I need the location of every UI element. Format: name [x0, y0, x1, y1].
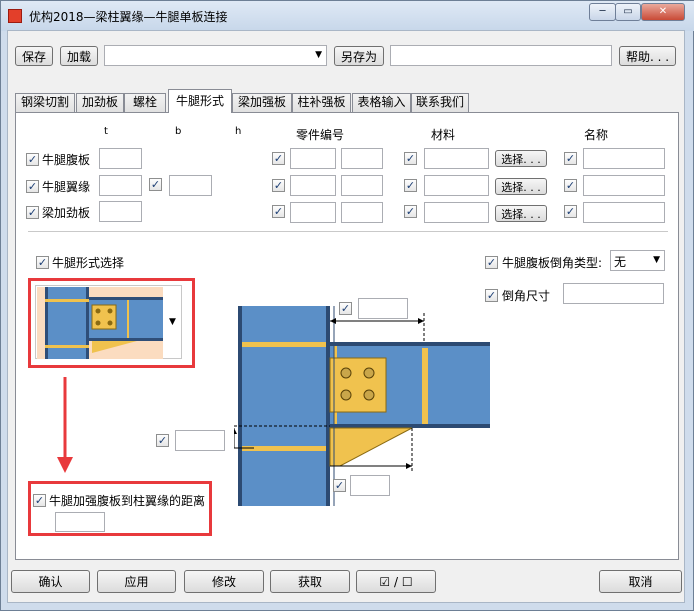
close-button[interactable]: ✕ — [641, 3, 685, 21]
flange-row-label: 牛腿翼缘 — [42, 180, 91, 194]
diagram-left-dim-input[interactable] — [175, 430, 225, 451]
app-logo-icon — [8, 9, 22, 23]
bracket-type-label: 牛腿形式选择 — [52, 256, 125, 270]
ok-button[interactable]: 确认 — [11, 570, 90, 593]
flange-material-select-button[interactable]: 选择. . . — [495, 178, 547, 195]
tab-bolt[interactable]: 螺栓 — [124, 93, 166, 112]
flange-b-input[interactable] — [169, 175, 212, 196]
flange-material-checkbox[interactable]: ✓ — [404, 179, 417, 192]
annotation-arrow — [57, 377, 73, 473]
flange-part-prefix-input[interactable] — [290, 175, 336, 196]
web-row-checkbox[interactable]: ✓ — [26, 153, 39, 166]
tab-table-input[interactable]: 表格输入 — [352, 93, 411, 112]
tab-steel-cut[interactable]: 钢梁切割 — [15, 93, 75, 112]
web-part-number-input[interactable] — [341, 148, 383, 169]
stiffener-material-checkbox[interactable]: ✓ — [404, 205, 417, 218]
web-part-prefix-input[interactable] — [290, 148, 336, 169]
diagram-bottom-dim-input[interactable] — [350, 475, 390, 496]
chevron-down-icon: ▼ — [169, 317, 176, 327]
config-select[interactable]: ▼ — [104, 45, 327, 66]
web-name-input[interactable] — [583, 148, 665, 169]
flange-part-number-input[interactable] — [341, 175, 383, 196]
help-button[interactable]: 帮助. . . — [619, 46, 676, 66]
tab-beam-reinforcement[interactable]: 梁加强板 — [232, 93, 292, 112]
distance-input[interactable] — [55, 512, 105, 532]
stiffener-t-input[interactable] — [99, 201, 142, 222]
load-button[interactable]: 加载 — [60, 46, 98, 66]
chamfer-type-label: 牛腿腹板倒角类型: — [502, 256, 603, 270]
bracket-type-checkbox[interactable]: ✓ — [36, 256, 49, 269]
diagram-left-dim-checkbox[interactable]: ✓ — [156, 434, 169, 447]
maximize-button[interactable]: ▭ — [615, 3, 641, 21]
stiffener-name-input[interactable] — [583, 202, 665, 223]
tab-stiffener[interactable]: 加劲板 — [76, 93, 124, 112]
stiffener-material-select-button[interactable]: 选择. . . — [495, 205, 547, 222]
flange-part-checkbox[interactable]: ✓ — [272, 179, 285, 192]
distance-checkbox[interactable]: ✓ — [33, 494, 46, 507]
column-header-part-number: 零件编号 — [296, 128, 345, 142]
column-header-t: t — [104, 126, 108, 137]
toggle-all-button[interactable]: ☑ / ☐ — [356, 570, 436, 593]
chevron-down-icon: ▼ — [653, 255, 660, 265]
web-material-checkbox[interactable]: ✓ — [404, 152, 417, 165]
web-t-input[interactable] — [99, 148, 142, 169]
chamfer-size-label: 倒角尺寸 — [502, 289, 551, 303]
web-material-input[interactable] — [424, 148, 489, 169]
diagram-bottom-dim-checkbox[interactable]: ✓ — [333, 479, 346, 492]
column-header-b: b — [175, 126, 182, 137]
save-as-input[interactable] — [390, 45, 612, 66]
section-divider — [28, 231, 668, 232]
flange-b-checkbox[interactable]: ✓ — [149, 178, 162, 191]
stiffener-part-number-input[interactable] — [341, 202, 383, 223]
stiffener-row-checkbox[interactable]: ✓ — [26, 206, 39, 219]
minimize-button[interactable]: ─ — [589, 3, 616, 21]
stiffener-name-checkbox[interactable]: ✓ — [564, 205, 577, 218]
title-bar[interactable]: 优构2018—梁柱翼缘—牛腿单板连接 ─ ▭ ✕ — [1, 1, 694, 31]
apply-button[interactable]: 应用 — [97, 570, 176, 593]
flange-name-input[interactable] — [583, 175, 665, 196]
web-row-label: 牛腿腹板 — [42, 153, 91, 167]
stiffener-part-prefix-input[interactable] — [290, 202, 336, 223]
window-title: 优构2018—梁柱翼缘—牛腿单板连接 — [29, 10, 228, 24]
web-name-checkbox[interactable]: ✓ — [564, 152, 577, 165]
stiffener-row-label: 梁加劲板 — [42, 206, 91, 220]
tab-column-reinforcement[interactable]: 柱补强板 — [292, 93, 351, 112]
chamfer-type-select[interactable]: 无 ▼ — [610, 250, 665, 271]
cancel-button[interactable]: 取消 — [599, 570, 682, 593]
tab-bracket-form[interactable]: 牛腿形式 — [168, 89, 232, 113]
distance-label: 牛腿加强腹板到柱翼缘的距离 — [49, 494, 206, 508]
diagram-top-dim-input[interactable] — [358, 298, 408, 319]
web-material-select-button[interactable]: 选择. . . — [495, 150, 547, 167]
save-as-button[interactable]: 另存为 — [334, 46, 384, 66]
flange-row-checkbox[interactable]: ✓ — [26, 180, 39, 193]
column-header-h: h — [235, 126, 242, 137]
column-header-name: 名称 — [584, 128, 609, 142]
flange-t-input[interactable] — [99, 175, 142, 196]
column-header-material: 材料 — [431, 128, 456, 142]
bracket-type-thumbnail — [37, 287, 163, 359]
save-button[interactable]: 保存 — [15, 46, 53, 66]
modify-button[interactable]: 修改 — [184, 570, 264, 593]
diagram-top-dim-checkbox[interactable]: ✓ — [339, 302, 352, 315]
chamfer-type-checkbox[interactable]: ✓ — [485, 256, 498, 269]
chamfer-type-value: 无 — [614, 255, 627, 269]
chamfer-size-input[interactable] — [563, 283, 664, 304]
tab-contact-us[interactable]: 联系我们 — [411, 93, 469, 112]
flange-name-checkbox[interactable]: ✓ — [564, 179, 577, 192]
chevron-down-icon: ▼ — [315, 50, 322, 60]
stiffener-material-input[interactable] — [424, 202, 489, 223]
web-part-checkbox[interactable]: ✓ — [272, 152, 285, 165]
flange-material-input[interactable] — [424, 175, 489, 196]
stiffener-part-checkbox[interactable]: ✓ — [272, 205, 285, 218]
get-button[interactable]: 获取 — [270, 570, 350, 593]
bracket-type-picker[interactable]: ▼ — [35, 285, 182, 359]
